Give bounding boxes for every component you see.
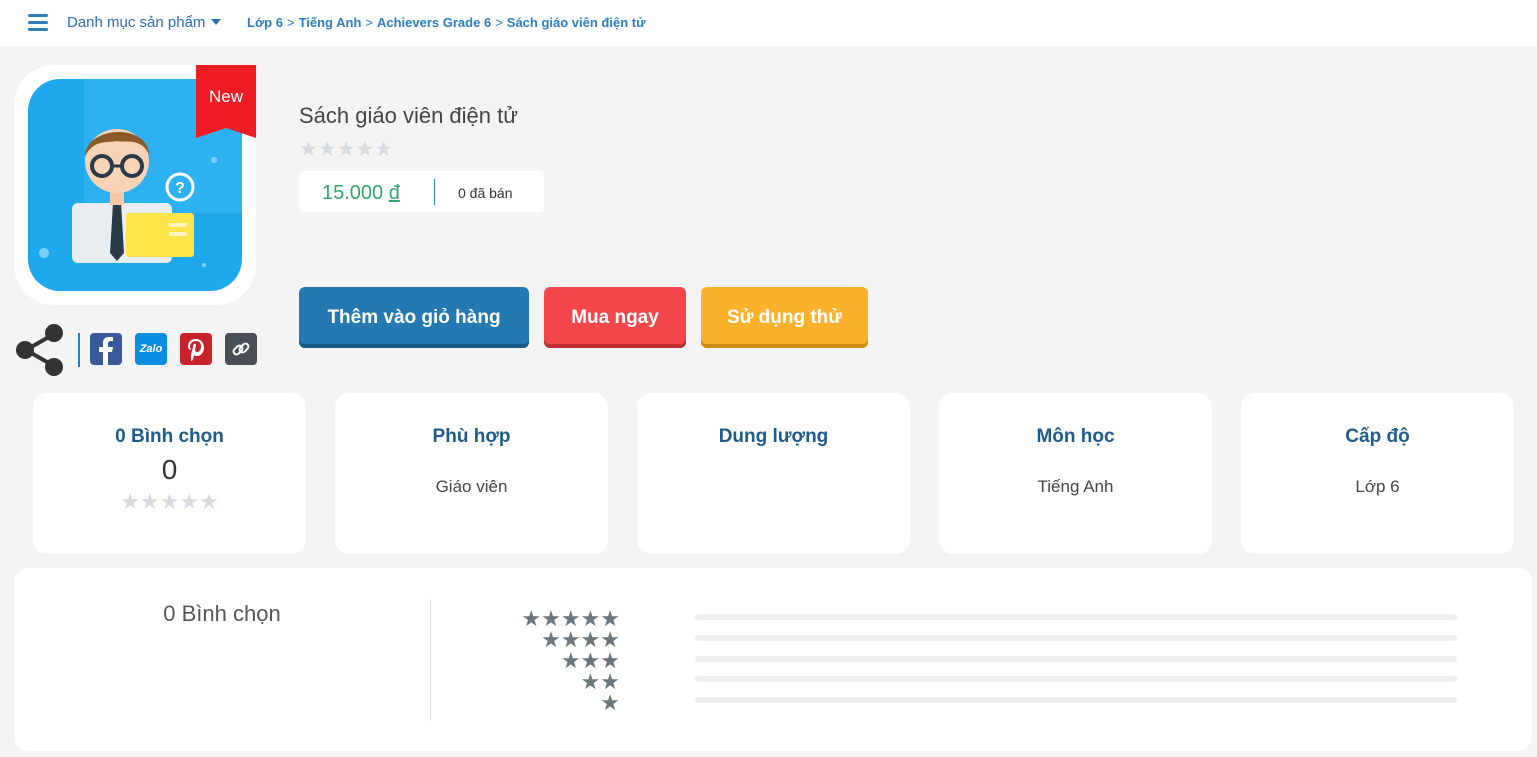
level-card-value: Lớp 6: [1355, 477, 1400, 496]
add-to-cart-button[interactable]: Thêm vào giỏ hàng: [299, 287, 529, 348]
votes-card-value: 0: [161, 454, 178, 485]
breadcrumb-product[interactable]: Sách giáo viên điện tử: [507, 15, 646, 30]
share-icon[interactable]: [14, 322, 66, 378]
votes-card: 0 Bình chọn 0 ★★★★★: [33, 393, 306, 554]
buy-now-button[interactable]: Mua ngay: [544, 287, 686, 348]
review-divider: [430, 599, 431, 721]
star-row-3: ★★★: [560, 648, 620, 673]
suitable-card-value: Giáo viên: [435, 477, 508, 496]
category-menu-label: Danh mục sản phẩm: [67, 14, 206, 31]
size-card: Dung lượng: [637, 393, 910, 554]
product-rating-stars: ★★★★★: [299, 138, 394, 161]
size-card-title: Dung lượng: [718, 426, 829, 447]
try-it-button[interactable]: Sử dụng thử: [701, 287, 868, 348]
caret-down-icon: [211, 19, 222, 25]
rating-bar-2: [695, 676, 1457, 682]
share-divider: [78, 333, 80, 367]
zalo-label: Zalo: [139, 343, 163, 355]
star-row-5: ★★★★★: [521, 606, 620, 631]
votes-card-stars: ★★★★★: [120, 489, 219, 514]
chevron-right-icon: >: [365, 15, 373, 30]
review-summary: 0 Bình chọn: [163, 601, 281, 626]
breadcrumb-grade[interactable]: Lớp 6: [247, 15, 283, 30]
level-card: Cấp độ Lớp 6: [1241, 393, 1514, 554]
pinterest-icon[interactable]: [180, 333, 212, 365]
star-row-4: ★★★★: [541, 627, 620, 652]
price-box: 15.000 đ 0 đã bán: [299, 171, 544, 212]
menu-icon[interactable]: [28, 14, 48, 31]
chevron-right-icon: >: [495, 15, 503, 30]
review-section: 0 Bình chọn ★★★★★ ★★★★ ★★★ ★★ ★: [14, 568, 1532, 751]
suitable-card: Phù hợp Giáo viên: [335, 393, 608, 554]
price-divider: [434, 179, 435, 205]
top-bar: Danh mục sản phẩm Lớp 6 > Tiếng Anh > Achiev…: [0, 0, 1537, 46]
category-menu-button[interactable]: Danh mục sản phẩm: [67, 14, 222, 31]
subject-card: Môn học Tiếng Anh: [939, 393, 1212, 554]
star-row-2: ★★: [580, 669, 620, 694]
facebook-icon[interactable]: [90, 333, 122, 365]
rating-bar-5: [695, 614, 1457, 620]
copy-link-icon[interactable]: [225, 333, 257, 365]
chevron-right-icon: >: [286, 15, 295, 30]
level-card-title: Cấp độ: [1345, 426, 1410, 447]
rating-bar-3: [695, 656, 1457, 662]
new-badge-label: New: [208, 87, 243, 106]
votes-card-title: 0 Bình chọn: [115, 426, 224, 447]
price-currency: đ: [388, 182, 400, 204]
svg-text:?: ?: [175, 180, 185, 197]
new-badge: New: [196, 65, 256, 138]
price-amount: 15.000: [322, 182, 384, 204]
breadcrumb-series[interactable]: Achievers Grade 6: [377, 15, 491, 30]
rating-bar-4: [695, 635, 1457, 641]
rating-bar-1: [695, 697, 1457, 703]
star-row-1: ★: [600, 690, 620, 715]
breadcrumb: Lớp 6 > Tiếng Anh > Achievers Grade 6 > Sách g…: [247, 15, 646, 30]
subject-card-title: Môn học: [1036, 426, 1115, 447]
sold-count: 0 đã bán: [458, 185, 513, 201]
zalo-icon[interactable]: Zalo: [135, 333, 167, 365]
suitable-card-title: Phù hợp: [432, 426, 511, 447]
subject-card-value: Tiếng Anh: [1037, 477, 1114, 496]
product-title: Sách giáo viên điện tử: [299, 103, 518, 128]
breadcrumb-subject[interactable]: Tiếng Anh: [299, 15, 362, 30]
price: 15.000 đ: [322, 182, 400, 205]
